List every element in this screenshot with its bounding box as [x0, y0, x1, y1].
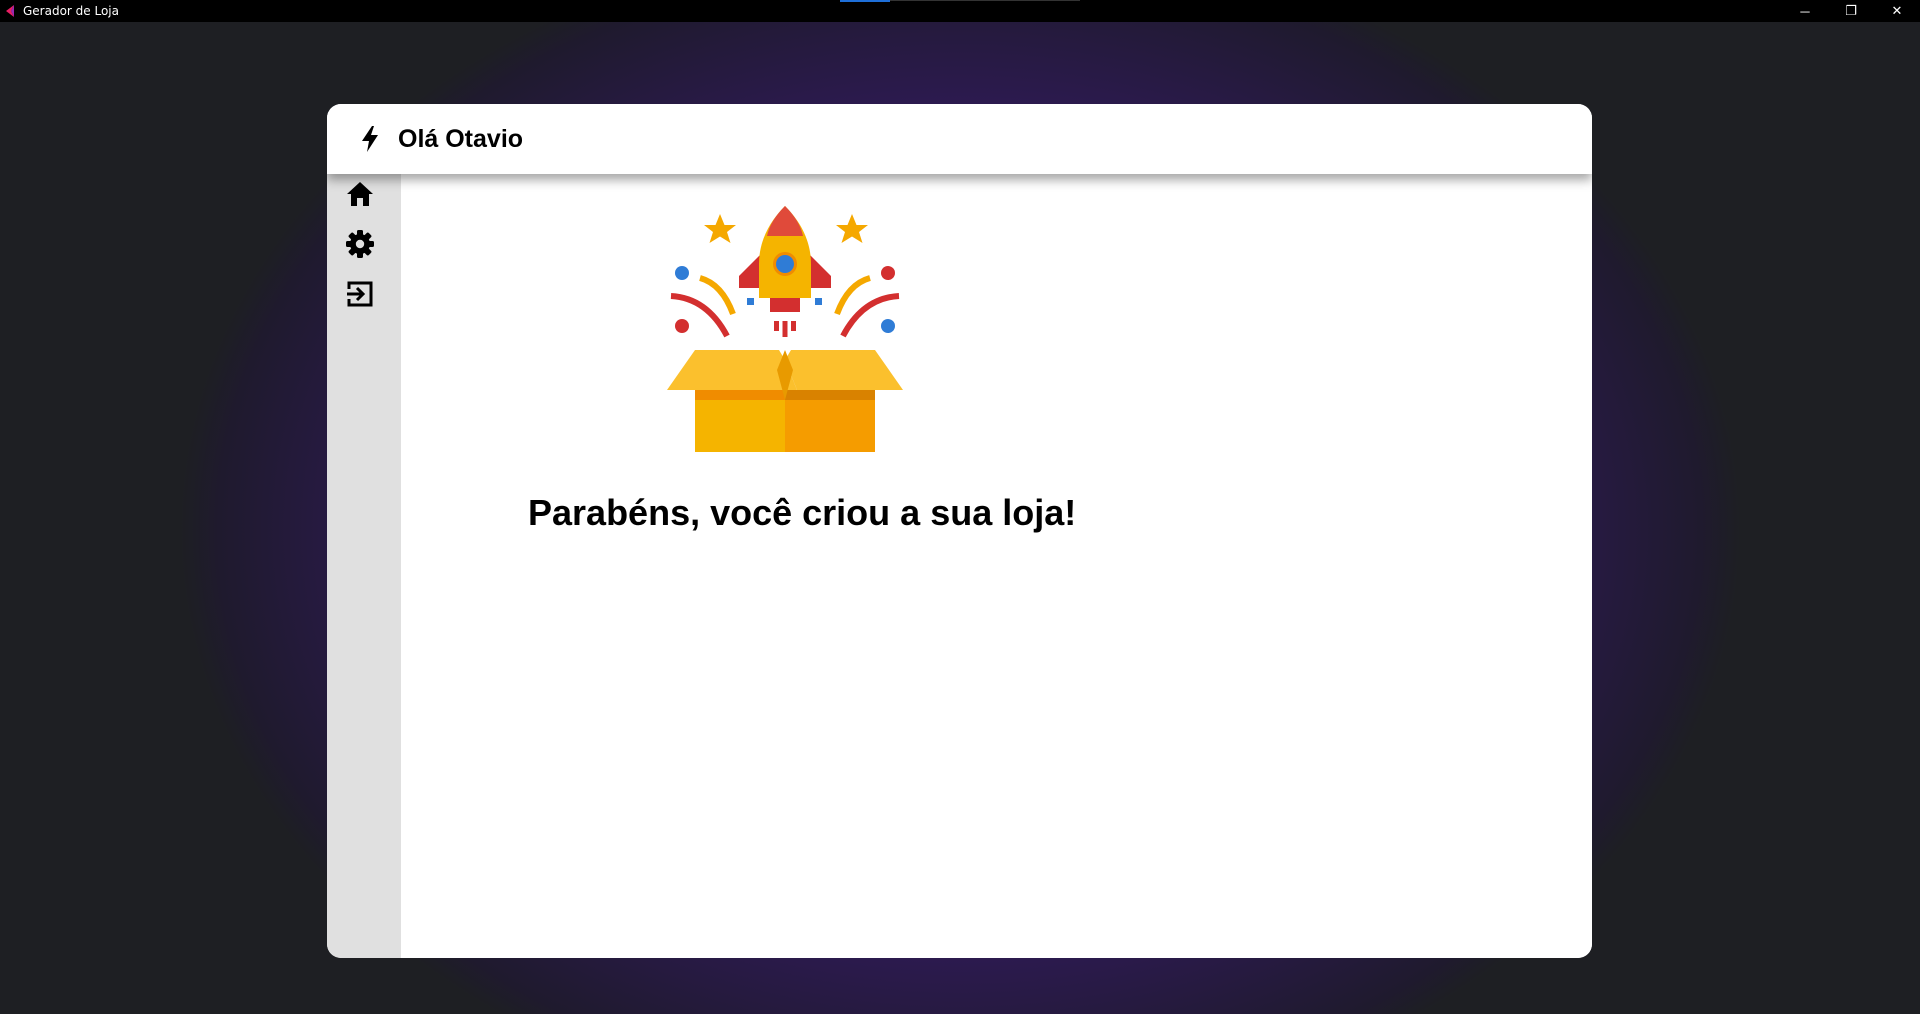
window-title: Gerador de Loja — [23, 4, 119, 18]
gear-icon — [346, 229, 374, 263]
greeting-title: Olá Otavio — [398, 124, 524, 153]
titlebar-divider — [890, 0, 1080, 1]
app-logo-icon — [5, 4, 17, 18]
rocket-gift-box-illustration — [667, 206, 903, 452]
close-icon: ✕ — [1891, 3, 1903, 18]
app-header: Olá Otavio — [327, 104, 1592, 174]
restore-icon: ❐ — [1845, 3, 1857, 18]
bolt-icon — [358, 125, 382, 153]
success-headline: Parabéns, você criou a sua loja! — [528, 492, 1077, 533]
logout-icon — [346, 280, 374, 313]
app-card: Olá Otavio Parabéns, você criou a sua lo… — [327, 104, 1592, 958]
sidebar-item-settings[interactable] — [344, 229, 376, 263]
sidebar-item-home[interactable] — [344, 180, 376, 212]
close-button[interactable]: ✕ — [1874, 0, 1920, 22]
titlebar-accent — [840, 0, 890, 2]
sidebar-item-logout[interactable] — [344, 280, 376, 312]
window-titlebar: Gerador de Loja ─ ❐ ✕ — [0, 0, 1920, 22]
sidebar — [327, 174, 401, 958]
restore-button[interactable]: ❐ — [1828, 0, 1874, 22]
window-controls: ─ ❐ ✕ — [1782, 0, 1920, 22]
main-content: Parabéns, você criou a sua loja! — [401, 174, 1592, 958]
minimize-icon: ─ — [1800, 3, 1810, 19]
home-icon — [346, 181, 374, 212]
minimize-button[interactable]: ─ — [1782, 0, 1828, 22]
